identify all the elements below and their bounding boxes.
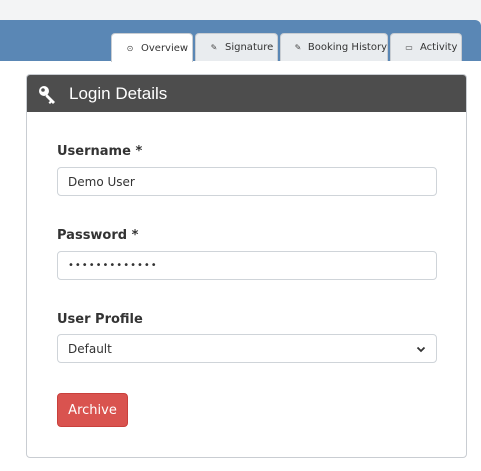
tab-label: Booking History bbox=[307, 42, 387, 53]
user-profile-select[interactable]: Default bbox=[57, 334, 437, 363]
tab-booking-history[interactable]: ✎ Booking History bbox=[280, 33, 388, 61]
tab-label: Activity bbox=[420, 42, 458, 53]
login-details-panel: Login Details Username * Demo User Passw… bbox=[26, 74, 467, 458]
inbox-icon: ▭ bbox=[405, 43, 413, 52]
circle-dot-icon: ⊙ bbox=[126, 43, 134, 53]
tab-label: Overview bbox=[141, 42, 189, 54]
user-profile-label: User Profile bbox=[57, 312, 143, 327]
key-icon bbox=[39, 85, 55, 104]
chevron-down-icon bbox=[416, 346, 426, 352]
panel-title: Login Details bbox=[69, 83, 168, 103]
password-input[interactable]: ••••••••••••• bbox=[57, 251, 437, 280]
user-profile-selected: Default bbox=[68, 341, 112, 356]
username-label: Username * bbox=[57, 144, 143, 159]
username-input[interactable]: Demo User bbox=[57, 167, 437, 196]
tab-signature[interactable]: ✎ Signature bbox=[195, 33, 278, 61]
page: ⊙ Overview ✎ Signature ✎ Booking History… bbox=[0, 0, 481, 471]
password-value: ••••••••••••• bbox=[68, 260, 158, 271]
panel-header: Login Details bbox=[27, 75, 466, 112]
tab-overview[interactable]: ⊙ Overview bbox=[111, 33, 193, 62]
tab-label: Signature bbox=[225, 42, 274, 53]
tab-activity[interactable]: ▭ Activity bbox=[390, 33, 462, 61]
archive-button[interactable]: Archive bbox=[57, 393, 128, 427]
username-value: Demo User bbox=[68, 174, 135, 189]
edit-icon: ✎ bbox=[294, 43, 302, 52]
edit-icon: ✎ bbox=[210, 43, 218, 52]
password-label: Password * bbox=[57, 228, 139, 243]
